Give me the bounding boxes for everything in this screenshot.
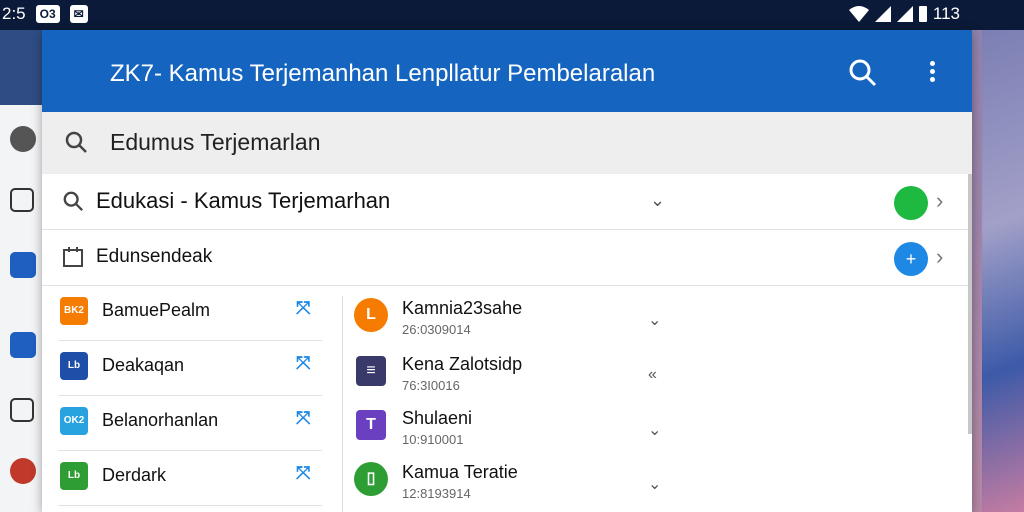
item-icon: ≡: [356, 356, 386, 386]
app-badge-icon: Lb: [60, 462, 88, 490]
bg-app-icon-2: [10, 188, 34, 212]
background-wallpaper-right: [982, 30, 1024, 512]
search-input[interactable]: Edumus Terjemarlan: [110, 129, 321, 156]
battery-level: 113: [932, 4, 960, 23]
list-item-subtitle: 10:910001: [402, 432, 464, 447]
list-item[interactable]: BK2 BamuePealm ⤧: [58, 286, 322, 341]
list-item-title: Kamua Teratie: [402, 462, 518, 482]
result-row-1[interactable]: Edukasi - Kamus Terjemarhan ⌄ ›: [42, 174, 972, 230]
action-button[interactable]: +: [894, 242, 928, 276]
bg-app-icon-1: [10, 126, 36, 152]
status-right: 113: [848, 4, 960, 24]
bg-app-icon-4: [10, 332, 36, 358]
calendar-icon: [62, 246, 86, 273]
result-row-label: Edukasi - Kamus Terjemarhan: [96, 188, 391, 213]
double-chevron-left-icon[interactable]: «: [648, 366, 657, 384]
chevron-right-icon[interactable]: ›: [936, 244, 943, 270]
item-icon: T: [356, 410, 386, 440]
chevron-down-icon[interactable]: ⌄: [650, 190, 665, 211]
list-item-title: Kamnia23sahe: [402, 298, 523, 318]
list-item-label: Belanorhanlan: [102, 410, 219, 430]
swap-icon[interactable]: ⤧: [296, 463, 310, 484]
status-bar: 2:5 O3 ✉ 113: [0, 0, 1024, 30]
battery-icon: [918, 6, 927, 22]
list-item-title: Shulaeni: [402, 408, 473, 428]
search-icon[interactable]: [848, 58, 878, 88]
swap-icon[interactable]: ⤧: [296, 408, 310, 429]
item-icon: ▯: [354, 462, 388, 496]
scrollbar[interactable]: [968, 174, 972, 434]
status-dot: [894, 186, 928, 220]
notification-chip: O3: [35, 5, 60, 23]
list-item[interactable]: Lb Deakaqan ⤧: [58, 341, 322, 396]
item-icon: L: [354, 298, 388, 332]
list-item[interactable]: T Shulaeni 10:910001 ⌄: [350, 396, 680, 450]
wifi-icon: [848, 6, 869, 22]
result-row-label: Edunsendeak: [96, 246, 213, 267]
bg-app-icon-6: [10, 458, 36, 484]
app-window: ZK7- Kamus Terjemanhan Lenpllatur Pembel…: [42, 30, 972, 512]
list-item-label: BamuePealm: [102, 300, 211, 320]
app-badge-icon: Lb: [60, 352, 88, 380]
list-item-title: Kena Zalotsidp: [402, 354, 523, 374]
swap-icon[interactable]: ⤧: [296, 353, 310, 374]
signal-icon: [874, 6, 891, 22]
background-app-header: [0, 30, 44, 105]
app-badge-icon: OK2: [60, 407, 88, 435]
bg-app-icon-3: [10, 252, 36, 278]
list-item[interactable]: ≡ Kena Zalotsidp 76:3I0016 «: [350, 342, 680, 396]
list-item[interactable]: OK2 Belanorhanlan ⤧: [58, 396, 322, 451]
status-time: 2:5: [2, 4, 26, 23]
list-item-label: Deakaqan: [102, 355, 185, 375]
swap-icon[interactable]: ⤧: [296, 298, 310, 319]
list-item[interactable]: Lb Derdark ⤧: [58, 451, 322, 506]
chevron-down-icon[interactable]: ⌄: [648, 310, 661, 330]
left-list: BK2 BamuePealm ⤧ Lb Deakaqan ⤧ OK2 Belan…: [42, 286, 332, 512]
result-row-2[interactable]: Edunsendeak + ›: [42, 230, 972, 286]
background-app: [0, 30, 44, 512]
chevron-down-icon[interactable]: ⌄: [648, 420, 661, 440]
app-badge-icon: BK2: [60, 297, 88, 325]
bg-app-icon-5: [10, 398, 34, 422]
notification-icon: ✉: [69, 5, 88, 23]
app-bar: ZK7- Kamus Terjemanhan Lenpllatur Pembel…: [42, 30, 972, 112]
list-item-subtitle: 12:8193914: [402, 486, 471, 501]
column-divider: [342, 296, 343, 512]
list-item-subtitle: 76:3I0016: [402, 378, 460, 393]
list-item-subtitle: 26:0309014: [402, 322, 471, 337]
list-item[interactable]: L Kamnia23sahe 26:0309014 ⌄: [350, 286, 680, 340]
more-vert-icon[interactable]: [922, 58, 942, 88]
search-icon: [64, 130, 88, 159]
list-item-label: Derdark: [102, 465, 167, 485]
right-list: L Kamnia23sahe 26:0309014 ⌄ ≡ Kena Zalot…: [350, 286, 680, 512]
search-bar[interactable]: Edumus Terjemarlan: [42, 112, 972, 175]
signal-icon-2: [896, 6, 913, 22]
chevron-down-icon[interactable]: ⌄: [648, 474, 661, 494]
search-icon: [62, 190, 84, 217]
status-left: 2:5 O3 ✉: [0, 4, 88, 24]
list-item[interactable]: ▯ Kamua Teratie 12:8193914 ⌄: [350, 450, 680, 504]
app-title: ZK7- Kamus Terjemanhan Lenpllatur Pembel…: [110, 60, 656, 87]
chevron-right-icon[interactable]: ›: [936, 188, 943, 214]
